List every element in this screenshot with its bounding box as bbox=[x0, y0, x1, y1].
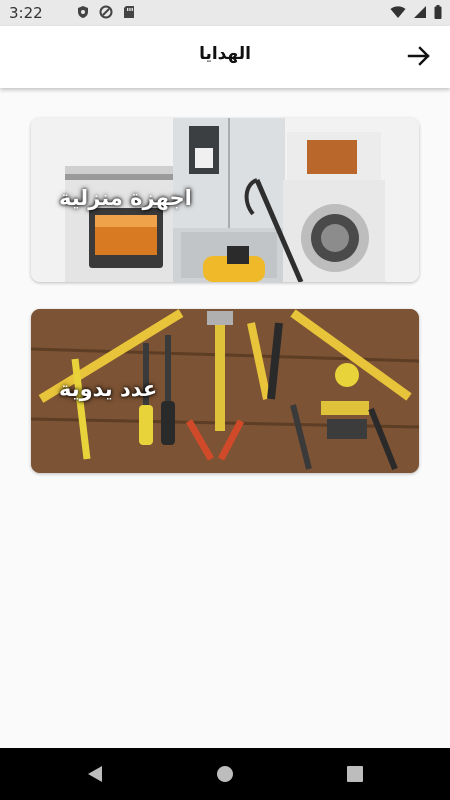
page-title: الهدايا bbox=[199, 44, 251, 64]
home-circle-icon[interactable] bbox=[216, 765, 234, 783]
category-card-home-appliances[interactable]: اجهزة منزلية bbox=[31, 118, 419, 282]
sd-card-icon bbox=[124, 6, 134, 18]
wifi-icon bbox=[390, 6, 406, 18]
back-triangle-icon[interactable] bbox=[86, 765, 104, 783]
signal-icon bbox=[414, 6, 426, 18]
category-label: عدد يدوية bbox=[59, 377, 158, 401]
sync-icon bbox=[99, 5, 113, 19]
status-bar: 3:22 bbox=[0, 0, 450, 26]
shield-icon bbox=[78, 6, 88, 18]
category-card-hand-tools[interactable]: عدد يدوية bbox=[31, 309, 419, 473]
app-bar: الهدايا bbox=[0, 26, 450, 88]
battery-icon bbox=[434, 5, 442, 19]
status-icons-right bbox=[390, 5, 442, 19]
system-nav-bar bbox=[0, 748, 450, 800]
recents-square-icon[interactable] bbox=[346, 765, 364, 783]
category-label: اجهزة منزلية bbox=[59, 186, 192, 210]
status-time: 3:22 bbox=[9, 4, 43, 22]
arrow-right-icon[interactable] bbox=[406, 43, 432, 69]
status-icons-left bbox=[76, 5, 136, 19]
